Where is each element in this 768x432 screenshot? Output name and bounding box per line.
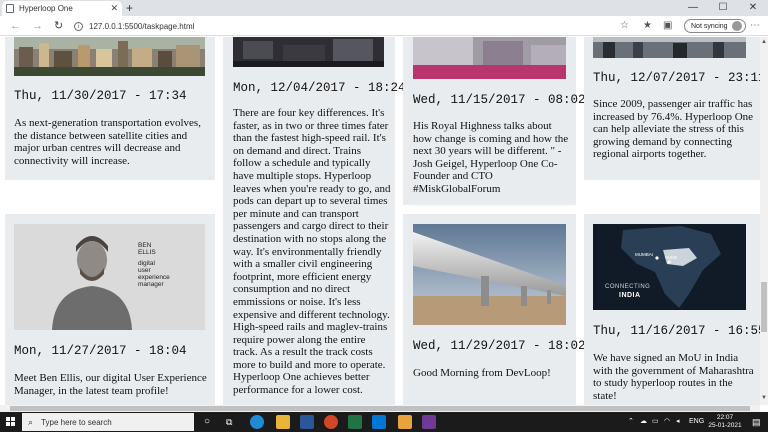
clock-date: 25-01-2021: [708, 422, 742, 429]
horizontal-scroll-thumb[interactable]: [10, 406, 750, 411]
profile-first-name: BEN: [138, 242, 152, 249]
battery-icon[interactable]: ▭: [652, 412, 659, 432]
map-city-label: MUMBAI: [635, 252, 653, 257]
tab-title: Hyperloop One: [19, 4, 73, 13]
team-profile-image: BEN ELLIS digital user experience manage…: [14, 224, 205, 330]
profile-avatar: [731, 21, 742, 31]
site-info-icon[interactable]: i: [74, 21, 83, 31]
post-date: Thu, 11/16/2017 - 16:55: [593, 324, 760, 338]
post-date: Thu, 12/07/2017 - 23:11: [593, 71, 760, 85]
teams-icon[interactable]: [422, 415, 436, 429]
studio-image: [233, 37, 384, 67]
profile-role-line: manager: [138, 281, 164, 288]
post-date: Wed, 11/15/2017 - 08:02: [413, 93, 586, 107]
india-map-image: MUMBAI PUNE CONNECTING INDIA: [593, 224, 746, 310]
address-bar[interactable]: i 127.0.0.1:5500/taskpage.html: [74, 18, 740, 34]
devloop-tube-image: [413, 224, 566, 325]
cortana-icon[interactable]: ○: [204, 412, 210, 432]
scroll-up-arrow-icon[interactable]: ▲: [760, 39, 768, 45]
vertical-scroll-thumb[interactable]: [761, 282, 767, 332]
word-icon[interactable]: [300, 415, 314, 429]
collections-icon[interactable]: ▣: [663, 20, 672, 32]
refresh-icon[interactable]: ↻: [54, 19, 63, 33]
windows-start-icon[interactable]: [6, 417, 16, 427]
sync-button[interactable]: Not syncing: [684, 19, 746, 33]
profile-last-name: ELLIS: [138, 249, 156, 256]
post-text: There are four key differences. It's fas…: [233, 107, 391, 397]
post-card: Thu, 11/30/2017 - 17:34 As next-generati…: [5, 37, 215, 180]
forward-arrow-icon[interactable]: →: [32, 19, 43, 33]
post-card: Mon, 12/04/2017 - 18:24 There are four k…: [223, 37, 406, 405]
powerpoint-icon[interactable]: [324, 415, 338, 429]
windows-taskbar: ⌕ Type here to search ○ ⧉ ⌃ ☁ ▭ ◠ ◂ ENG …: [0, 412, 768, 432]
back-arrow-icon[interactable]: ←: [10, 19, 21, 33]
new-tab-button[interactable]: +: [126, 1, 133, 15]
notification-icon[interactable]: ▤: [752, 412, 761, 432]
sublime-icon[interactable]: [398, 415, 412, 429]
post-card: MUMBAI PUNE CONNECTING INDIA Thu, 11/16/…: [584, 214, 760, 405]
browser-toolbar: ← → ↻ i 127.0.0.1:5500/taskpage.html ☆ ★…: [0, 16, 768, 36]
post-date: Thu, 11/30/2017 - 17:34: [14, 89, 187, 103]
page-icon: [6, 4, 14, 13]
airport-image: [593, 37, 746, 58]
excel-icon[interactable]: [348, 415, 362, 429]
system-clock[interactable]: 22:07 25-01-2021: [705, 414, 745, 430]
wifi-icon[interactable]: ◠: [664, 412, 670, 432]
vertical-scrollbar[interactable]: ▲ ▼: [760, 37, 768, 405]
post-card: Thu, 12/07/2017 - 23:11 Since 2009, pass…: [584, 37, 760, 180]
vscode-icon[interactable]: [372, 415, 386, 429]
search-placeholder[interactable]: Type here to search: [41, 418, 112, 427]
profile-role-line: experience: [138, 274, 170, 281]
post-text: Since 2009, passenger air traffic has in…: [593, 98, 754, 161]
post-card: Wed, 11/29/2017 - 18:02 Good Morning fro…: [403, 214, 586, 405]
browser-tab[interactable]: Hyperloop One ✕: [2, 1, 122, 16]
post-text: Good Morning from DevLoop!: [413, 367, 551, 379]
language-indicator[interactable]: ENG: [689, 412, 704, 432]
map-city-label: PUNE: [665, 255, 678, 260]
sync-label: Not syncing: [691, 22, 728, 30]
post-card: Wed, 11/15/2017 - 08:02 His Royal Highne…: [403, 37, 586, 205]
profile-role-line: digital: [138, 260, 155, 267]
task-view-icon[interactable]: ⧉: [226, 412, 232, 432]
add-favorite-icon[interactable]: ☆: [620, 20, 629, 32]
post-text: We have signed an MoU in India with the …: [593, 352, 754, 402]
taskbar-search-box[interactable]: ⌕ Type here to search: [22, 413, 194, 431]
url-text[interactable]: 127.0.0.1:5500/taskpage.html: [89, 22, 194, 31]
post-date: Mon, 12/04/2017 - 18:24: [233, 81, 406, 95]
cloud-icon[interactable]: ☁: [640, 412, 647, 432]
minimize-button[interactable]: —: [678, 0, 708, 16]
horizontal-scrollbar[interactable]: [0, 405, 760, 412]
browser-titlebar: Hyperloop One ✕ + — ☐ ✕: [0, 0, 768, 16]
map-caption-line: CONNECTING: [605, 284, 651, 290]
post-text: As next-generation transportation evolve…: [14, 117, 201, 167]
post-text: His Royal Highness talks about how chang…: [413, 120, 569, 195]
post-card: BEN ELLIS digital user experience manage…: [5, 214, 215, 405]
volume-icon[interactable]: ◂: [676, 412, 680, 432]
clock-time: 22:07: [716, 414, 734, 421]
tab-close-icon[interactable]: ✕: [110, 3, 118, 14]
post-text: Meet Ben Ellis, our digital User Experie…: [14, 372, 207, 397]
maximize-button[interactable]: ☐: [708, 0, 738, 16]
file-explorer-icon[interactable]: [276, 415, 290, 429]
profile-role-line: user: [138, 267, 151, 274]
more-menu-icon[interactable]: ⋯: [750, 20, 760, 32]
scroll-down-arrow-icon[interactable]: ▼: [760, 395, 768, 401]
edge-browser-icon[interactable]: [250, 415, 264, 429]
favorites-icon[interactable]: ★: [643, 20, 652, 32]
tray-chevron-icon[interactable]: ⌃: [628, 412, 634, 432]
map-caption-line: INDIA: [619, 292, 641, 299]
forum-image: [413, 37, 566, 79]
search-icon: ⌕: [28, 416, 34, 427]
post-date: Wed, 11/29/2017 - 18:02: [413, 339, 586, 353]
close-window-button[interactable]: ✕: [738, 0, 768, 16]
city-image: [14, 37, 205, 76]
post-date: Mon, 11/27/2017 - 18:04: [14, 344, 187, 358]
page-viewport: Thu, 11/30/2017 - 17:34 As next-generati…: [0, 37, 760, 405]
